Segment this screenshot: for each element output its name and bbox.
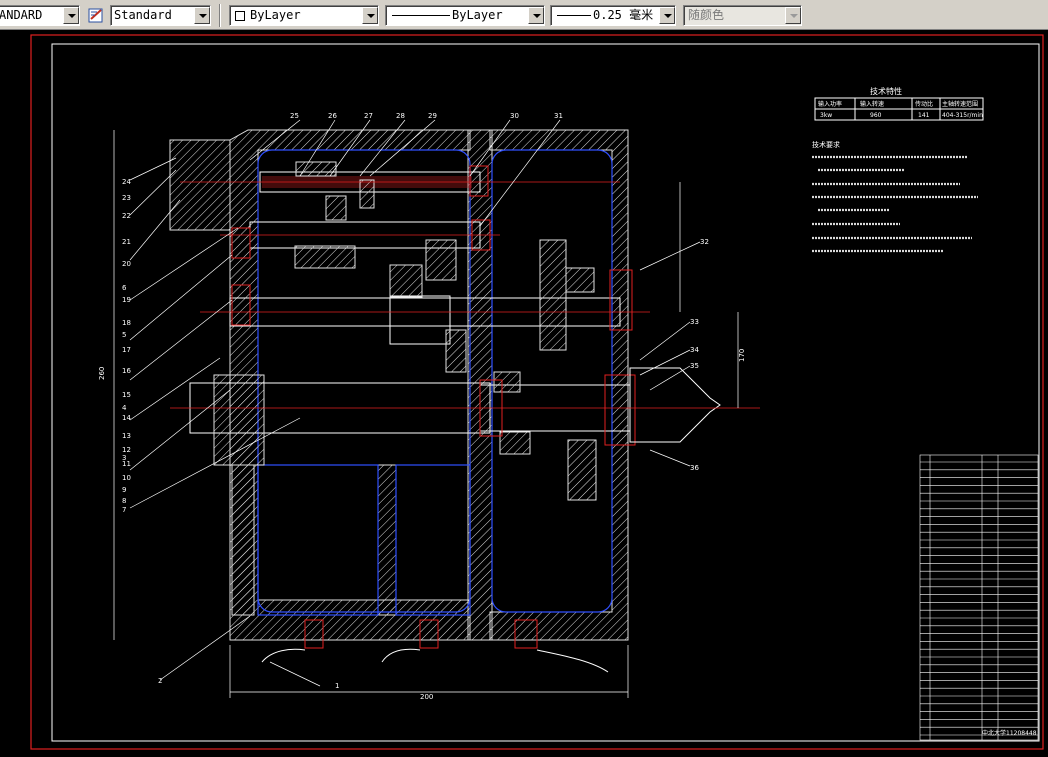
properties-toolbar: ANDARD Standard ByLayer ByLayer 0.25 毫米 …	[0, 0, 1048, 30]
part-number-label: 6	[122, 284, 127, 292]
cad-drawing: 2423 2221 2019 1817 1615 1413 1211 109 8…	[30, 34, 1044, 750]
part-number-label: 29	[428, 112, 437, 120]
part-number-label: 36	[690, 464, 699, 472]
plot-style-select[interactable]: 随颜色	[683, 5, 802, 26]
part-number-label: 32	[700, 238, 709, 246]
linetype-select[interactable]: ByLayer	[385, 5, 545, 26]
chevron-down-icon[interactable]	[528, 7, 544, 24]
tech-requirements-title: 技术要求	[812, 140, 840, 149]
lineweight-preview-icon	[557, 15, 591, 16]
chevron-down-icon[interactable]	[63, 7, 79, 24]
chevron-down-icon[interactable]	[785, 7, 801, 24]
color-swatch-icon	[235, 11, 245, 21]
bearings	[231, 165, 636, 446]
dimension-label: 260	[98, 367, 106, 380]
part-number-label: 26	[328, 112, 337, 120]
chevron-down-icon[interactable]	[194, 7, 210, 24]
part-number-label: 14	[122, 414, 131, 422]
plot-style-value: 随颜色	[688, 8, 725, 22]
part-number-label: 34	[690, 346, 699, 354]
tech-table-cell: 404-315r/min	[942, 112, 983, 119]
part-number-label: 13	[122, 432, 131, 440]
dimension-style-icon[interactable]	[88, 6, 106, 24]
lineweight-select[interactable]: 0.25 毫米	[550, 5, 676, 26]
part-number-label: 9	[122, 486, 126, 494]
text-style-value: ANDARD	[0, 8, 43, 22]
lineweight-value: 0.25 毫米	[593, 8, 654, 22]
tech-table-header-cell: 主轴转速范围	[942, 100, 978, 108]
chevron-down-icon[interactable]	[659, 7, 675, 24]
part-number-label: 23	[122, 194, 131, 202]
tech-table-header-cell: 输入功率	[818, 100, 842, 108]
part-number-label: 7	[122, 506, 126, 514]
text-style-select[interactable]: ANDARD	[0, 5, 80, 26]
part-number-label: 16	[122, 367, 131, 375]
part-number-label: 12	[122, 446, 131, 454]
dimension-label: 200	[420, 693, 433, 701]
part-number-label: 4	[122, 404, 127, 412]
part-number-label: 24	[122, 178, 131, 186]
part-number-label: 19	[122, 296, 131, 304]
spindle-nose	[629, 367, 721, 443]
part-number-label: 21	[122, 238, 131, 246]
part-number-label: 35	[690, 362, 699, 370]
part-number-label: 18	[122, 319, 131, 327]
part-number-label: 25	[290, 112, 299, 120]
tech-table-text: 技术特性 输入功率 输入转速 传动比 主轴转速范围 3kw 960 141 404-31…	[812, 86, 983, 149]
tech-table-header-cell: 传动比	[915, 100, 933, 108]
part-number-label: 22	[122, 212, 131, 220]
part-number-label: 27	[364, 112, 373, 120]
toolbar-separator	[219, 4, 221, 27]
title-block-name: 中北大学11208448	[982, 729, 1037, 737]
drawing-canvas[interactable]: 24 23 22 21 20 19 18 17 16 15 14 13 12 11 10 9 8…	[0, 30, 1048, 757]
dimension-label: 170	[738, 349, 746, 362]
parts-list-table	[919, 454, 1039, 741]
part-number-label: 17	[122, 346, 131, 354]
part-number-label: 15	[122, 391, 131, 399]
part-number-label: 31	[554, 112, 563, 120]
dimension-style-select[interactable]: Standard	[110, 5, 211, 26]
linetype-value: ByLayer	[452, 8, 503, 22]
linetype-preview-icon	[392, 15, 450, 16]
part-number-label: 2	[158, 677, 162, 685]
chevron-down-icon[interactable]	[362, 7, 378, 24]
part-number-label: 30	[510, 112, 519, 120]
part-number-label: 5	[122, 331, 126, 339]
part-number-label: 1	[335, 682, 339, 690]
part-number-label: 20	[122, 260, 131, 268]
tech-requirements-text	[812, 155, 978, 253]
tech-table-header-cell: 输入转速	[860, 100, 884, 108]
tech-table-cell: 3kw	[820, 112, 832, 119]
part-number-label: 28	[396, 112, 405, 120]
color-select[interactable]: ByLayer	[229, 5, 379, 26]
part-number-label: 33	[690, 318, 699, 326]
part-number-label: 10	[122, 474, 131, 482]
part-number-label: 3	[122, 454, 126, 462]
dimension-style-value: Standard	[114, 8, 172, 22]
tech-table-title: 技术特性	[870, 86, 902, 96]
tech-table-cell: 141	[918, 112, 930, 119]
color-value: ByLayer	[250, 8, 301, 22]
tech-table-cell: 960	[870, 112, 882, 119]
part-number-label: 8	[122, 497, 126, 505]
